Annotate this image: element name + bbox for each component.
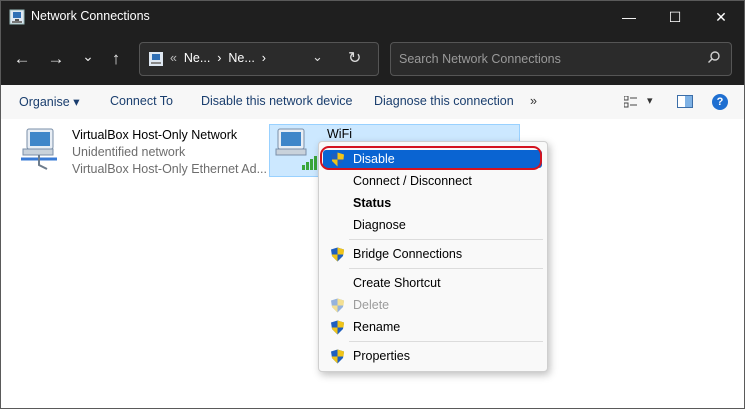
- window-title: Network Connections: [31, 9, 150, 23]
- uac-shield-icon: [331, 349, 344, 364]
- search-placeholder: Search Network Connections: [399, 52, 561, 66]
- organise-label: Organise: [19, 95, 70, 109]
- back-button[interactable]: ←: [11, 49, 33, 69]
- breadcrumb-separator[interactable]: ›: [217, 51, 221, 65]
- menu-item-rename[interactable]: Rename: [319, 316, 547, 338]
- dropdown-arrow-icon: ▾: [73, 95, 80, 109]
- connection-status: Unidentified network: [72, 145, 186, 159]
- help-icon[interactable]: ?: [712, 94, 728, 110]
- organise-menu[interactable]: Organise ▾: [19, 94, 80, 109]
- preview-pane-icon[interactable]: [677, 95, 693, 108]
- minimize-icon: —: [622, 9, 636, 25]
- forward-arrow-icon: →: [47, 49, 65, 68]
- view-options-icon[interactable]: [624, 96, 637, 108]
- menu-item-label: Bridge Connections: [353, 247, 463, 261]
- connect-to-button[interactable]: Connect To: [110, 94, 173, 108]
- address-toolbar: ← → ⌄ ↑ « Ne... › Ne... › ⌄ ↻ Search Net…: [1, 33, 744, 85]
- recent-locations-button[interactable]: ⌄: [77, 46, 99, 66]
- disable-device-button[interactable]: Disable this network device: [201, 94, 352, 108]
- maximize-icon: ☐: [668, 8, 682, 25]
- address-bar[interactable]: « Ne... › Ne... › ⌄ ↻: [139, 42, 379, 76]
- annotation-highlight-ring: [320, 146, 542, 170]
- menu-item-diagnose[interactable]: Diagnose: [319, 214, 547, 236]
- search-icon[interactable]: [707, 50, 721, 64]
- breadcrumb-separator[interactable]: ›: [262, 51, 266, 65]
- uac-shield-icon: [331, 247, 344, 262]
- maximize-button[interactable]: ☐: [652, 1, 698, 33]
- connection-name: WiFi: [327, 127, 352, 141]
- breadcrumb-item[interactable]: Ne...: [184, 51, 210, 65]
- back-arrow-icon: ←: [13, 49, 31, 68]
- network-connections-app-icon: [9, 9, 25, 25]
- menu-item-label: Diagnose: [353, 218, 406, 232]
- network-connections-window: Network Connections — ☐ ✕ ← → ⌄ ↑ « Ne..…: [0, 0, 745, 409]
- chevron-down-icon: ⌄: [82, 47, 94, 64]
- connection-device: VirtualBox Host-Only Ethernet Ad...: [72, 162, 268, 176]
- command-bar: Organise ▾ Connect To Disable this netwo…: [1, 85, 744, 120]
- address-dropdown-icon[interactable]: ⌄: [312, 49, 323, 65]
- breadcrumb-item[interactable]: Ne...: [228, 51, 254, 65]
- forward-button[interactable]: →: [45, 49, 67, 69]
- context-menu: Disable Connect / Disconnect Status Diag…: [318, 141, 548, 372]
- wifi-adapter-icon: [275, 128, 317, 170]
- up-arrow-icon: ↑: [111, 49, 121, 68]
- connection-item-virtualbox[interactable]: VirtualBox Host-Only Network Unidentifie…: [17, 125, 267, 177]
- view-dropdown-icon[interactable]: ▾: [647, 94, 653, 107]
- minimize-button[interactable]: —: [606, 1, 652, 33]
- refresh-icon[interactable]: ↻: [348, 48, 361, 68]
- menu-item-label: Status: [353, 196, 392, 210]
- diagnose-connection-button[interactable]: Diagnose this connection: [374, 94, 514, 108]
- uac-shield-icon: [331, 298, 344, 313]
- menu-item-label: Properties: [353, 349, 410, 363]
- menu-item-label: Connect / Disconnect: [353, 174, 472, 188]
- menu-separator: [349, 268, 543, 269]
- more-commands-button[interactable]: »: [530, 94, 537, 108]
- menu-item-label: Rename: [353, 320, 401, 334]
- title-bar[interactable]: Network Connections — ☐ ✕: [1, 1, 744, 33]
- menu-separator: [349, 239, 543, 240]
- menu-item-status[interactable]: Status: [319, 192, 547, 214]
- up-button[interactable]: ↑: [105, 49, 127, 69]
- menu-item-bridge-connections[interactable]: Bridge Connections: [319, 243, 547, 265]
- menu-item-create-shortcut[interactable]: Create Shortcut: [319, 272, 547, 294]
- close-button[interactable]: ✕: [698, 1, 744, 33]
- close-icon: ✕: [715, 8, 727, 25]
- network-adapter-icon: [21, 128, 57, 170]
- connection-name: VirtualBox Host-Only Network: [72, 128, 238, 142]
- menu-item-delete: Delete: [319, 294, 547, 316]
- breadcrumb: « Ne... › Ne... ›: [170, 51, 266, 65]
- search-box[interactable]: Search Network Connections: [390, 42, 732, 76]
- menu-item-connect-disconnect[interactable]: Connect / Disconnect: [319, 170, 547, 192]
- network-folder-icon: [149, 52, 163, 66]
- menu-separator: [349, 341, 543, 342]
- menu-item-properties[interactable]: Properties: [319, 345, 547, 367]
- breadcrumb-overflow[interactable]: «: [170, 51, 177, 65]
- menu-item-label: Create Shortcut: [353, 276, 441, 290]
- uac-shield-icon: [331, 320, 344, 335]
- menu-item-label: Delete: [353, 298, 390, 312]
